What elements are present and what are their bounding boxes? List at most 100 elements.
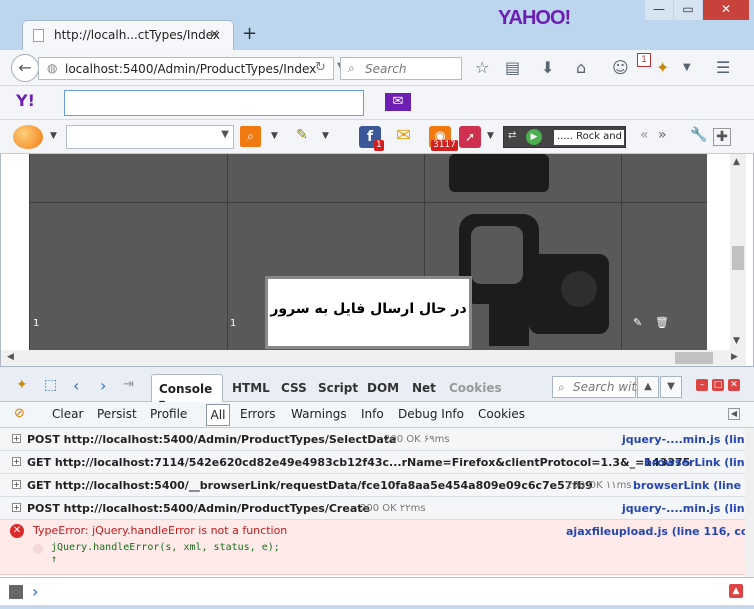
firebug-icon[interactable]: ✦ — [656, 58, 669, 77]
chat-icon[interactable]: ☺ — [612, 58, 629, 77]
table-divider — [227, 154, 228, 350]
forward-icon[interactable]: › — [100, 376, 106, 395]
search-placeholder: Search — [365, 62, 407, 76]
detach-panel-button[interactable]: □ — [712, 379, 724, 391]
tab-html[interactable]: HTML — [232, 381, 270, 395]
mail-icon[interactable]: ✉ — [385, 93, 411, 111]
chevron-down-icon[interactable]: ▼ — [50, 131, 57, 141]
persist-button[interactable]: Persist — [97, 407, 137, 421]
scroll-left-icon[interactable]: ◀ — [728, 408, 740, 420]
download-icon[interactable]: ⬇ — [541, 58, 554, 77]
minimize-panel-button[interactable]: – — [696, 379, 708, 391]
command-editor-icon[interactable]: ⇥ — [123, 377, 134, 392]
filter-warnings[interactable]: Warnings — [291, 407, 347, 421]
edit-icon[interactable]: ✎ — [633, 316, 642, 329]
log-row[interactable]: + POST http://localhost:5400/Admin/Produ… — [0, 428, 754, 451]
address-bar[interactable]: ◍ localhost:5400/Admin/ProductTypes/Inde… — [38, 57, 345, 80]
tab-close-icon[interactable]: × — [209, 27, 220, 42]
back-button[interactable]: ← — [11, 54, 39, 82]
expand-icon[interactable]: + — [12, 503, 21, 512]
filter-cookies[interactable]: Cookies — [478, 407, 525, 421]
mail-icon[interactable]: ✉ — [396, 125, 411, 146]
scrollbar-thumb[interactable] — [675, 352, 713, 364]
media-player[interactable]: ⇄ ▶ ..... Rock and ... — [503, 126, 626, 148]
command-line[interactable]: › ▲ — [0, 577, 754, 605]
scroll-right-icon[interactable]: » — [658, 127, 667, 143]
scroll-left-icon[interactable]: « — [640, 127, 649, 143]
log-source-link[interactable]: jquery-....min.js (line 4) — [622, 502, 754, 515]
tab-css[interactable]: CSS — [281, 381, 307, 395]
tab-net[interactable]: Net — [412, 381, 436, 395]
breakpoint-icon[interactable] — [33, 544, 43, 554]
chevron-down-icon[interactable]: ▼ — [271, 131, 278, 141]
bookmark-star-icon[interactable]: ☆ — [475, 58, 489, 77]
wrench-icon[interactable]: 🔧 — [690, 127, 707, 143]
delete-icon[interactable]: 🗑 — [655, 316, 669, 329]
clear-button[interactable]: Clear — [52, 407, 83, 421]
filter-all[interactable]: All — [206, 404, 230, 426]
scroll-up-icon[interactable]: ▲ — [733, 157, 740, 167]
firebug-search-input[interactable]: ⌕ Search with — [552, 376, 644, 398]
log-source-link[interactable]: browserLink (line 37 — [644, 456, 754, 469]
expand-icon[interactable]: + — [12, 480, 21, 489]
addon-search-input[interactable]: ▼ — [66, 125, 234, 149]
log-row[interactable]: + POST http://localhost:5400/Admin/Produ… — [0, 497, 754, 520]
scroll-left-icon[interactable]: ◀ — [7, 352, 14, 362]
chevron-down-icon[interactable]: ▼ — [683, 62, 691, 73]
profile-button[interactable]: Profile — [150, 407, 187, 421]
yahoo-toolbar-logo[interactable]: Y! — [16, 91, 46, 113]
expand-icon[interactable]: + — [12, 457, 21, 466]
chevron-down-icon[interactable]: ▼ — [322, 131, 329, 141]
log-source-link[interactable]: jquery-....min.js (line 4) — [622, 433, 754, 446]
menu-icon[interactable]: ☰ — [716, 58, 730, 77]
command-prompt: › — [32, 582, 39, 601]
error-row[interactable]: ✕ TypeError: jQuery.handleError is not a… — [0, 520, 754, 575]
chevron-down-icon[interactable]: ▼ — [487, 131, 494, 141]
close-panel-button[interactable]: ✕ — [728, 379, 740, 391]
reading-list-icon[interactable]: ▤ — [505, 58, 520, 77]
play-icon[interactable]: ▶ — [526, 129, 542, 145]
search-input[interactable]: ⌕ Search — [340, 57, 462, 80]
chevron-down-icon[interactable]: ▼ — [221, 129, 229, 140]
scrollbar-thumb[interactable] — [732, 246, 744, 270]
home-icon[interactable]: ⌂ — [576, 58, 586, 77]
close-window-button[interactable]: ✕ — [703, 0, 749, 20]
inspect-icon[interactable]: ⬚ — [44, 377, 57, 393]
cursor-icon[interactable]: ➚ — [459, 126, 481, 148]
expand-icon[interactable]: + — [12, 434, 21, 443]
reload-icon[interactable]: ↻ — [315, 60, 326, 75]
back-icon[interactable]: ‹ — [73, 376, 79, 395]
add-icon[interactable]: ✚ — [713, 128, 731, 146]
command-menu-icon[interactable] — [9, 585, 23, 599]
log-source-link[interactable]: browserLink (line 37) — [633, 479, 754, 492]
horizontal-scrollbar[interactable]: ◀ ▶ — [1, 350, 746, 366]
browser-tab[interactable]: http://localh...ctTypes/Index × — [22, 20, 234, 50]
tab-cookies[interactable]: Cookies — [449, 381, 502, 395]
search-next-button[interactable]: ▼ — [660, 376, 682, 398]
log-row[interactable]: + GET http://localhost:7114/542e620cd82e… — [0, 451, 754, 474]
filter-debug-info[interactable]: Debug Info — [398, 407, 464, 421]
tab-dom[interactable]: DOM — [367, 381, 399, 395]
filter-info[interactable]: Info — [361, 407, 384, 421]
highlighter-icon[interactable]: ✎ — [296, 127, 308, 143]
firebug-icon[interactable]: ✦ — [16, 377, 28, 393]
expand-command-editor-icon[interactable]: ▲ — [729, 584, 743, 598]
vertical-scrollbar[interactable]: ▲ ▼ — [730, 154, 746, 350]
maximize-button[interactable]: ▭ — [674, 0, 702, 20]
search-previous-button[interactable]: ▲ — [637, 376, 659, 398]
search-icon[interactable]: ⌕ — [240, 126, 261, 147]
minimize-button[interactable]: — — [645, 0, 673, 20]
repeat-icon[interactable]: ⇄ — [508, 130, 516, 141]
addon-logo-icon[interactable] — [13, 125, 43, 149]
clear-console-icon[interactable]: ⊘ — [14, 406, 25, 421]
log-row[interactable]: + GET http://localhost:5400/__browserLin… — [0, 474, 754, 497]
tab-console[interactable]: Console ▾ — [151, 374, 223, 410]
scroll-down-icon[interactable]: ▼ — [733, 336, 740, 346]
scroll-right-icon[interactable]: ▶ — [731, 352, 738, 362]
error-source-link[interactable]: ajaxfileupload.js (line 116, col 20) — [566, 525, 754, 538]
filter-errors[interactable]: Errors — [240, 407, 276, 421]
console-scrollbar[interactable] — [745, 428, 754, 577]
tab-script[interactable]: Script — [318, 381, 358, 395]
yahoo-search-input[interactable] — [64, 90, 364, 116]
new-tab-button[interactable]: + — [242, 23, 257, 44]
